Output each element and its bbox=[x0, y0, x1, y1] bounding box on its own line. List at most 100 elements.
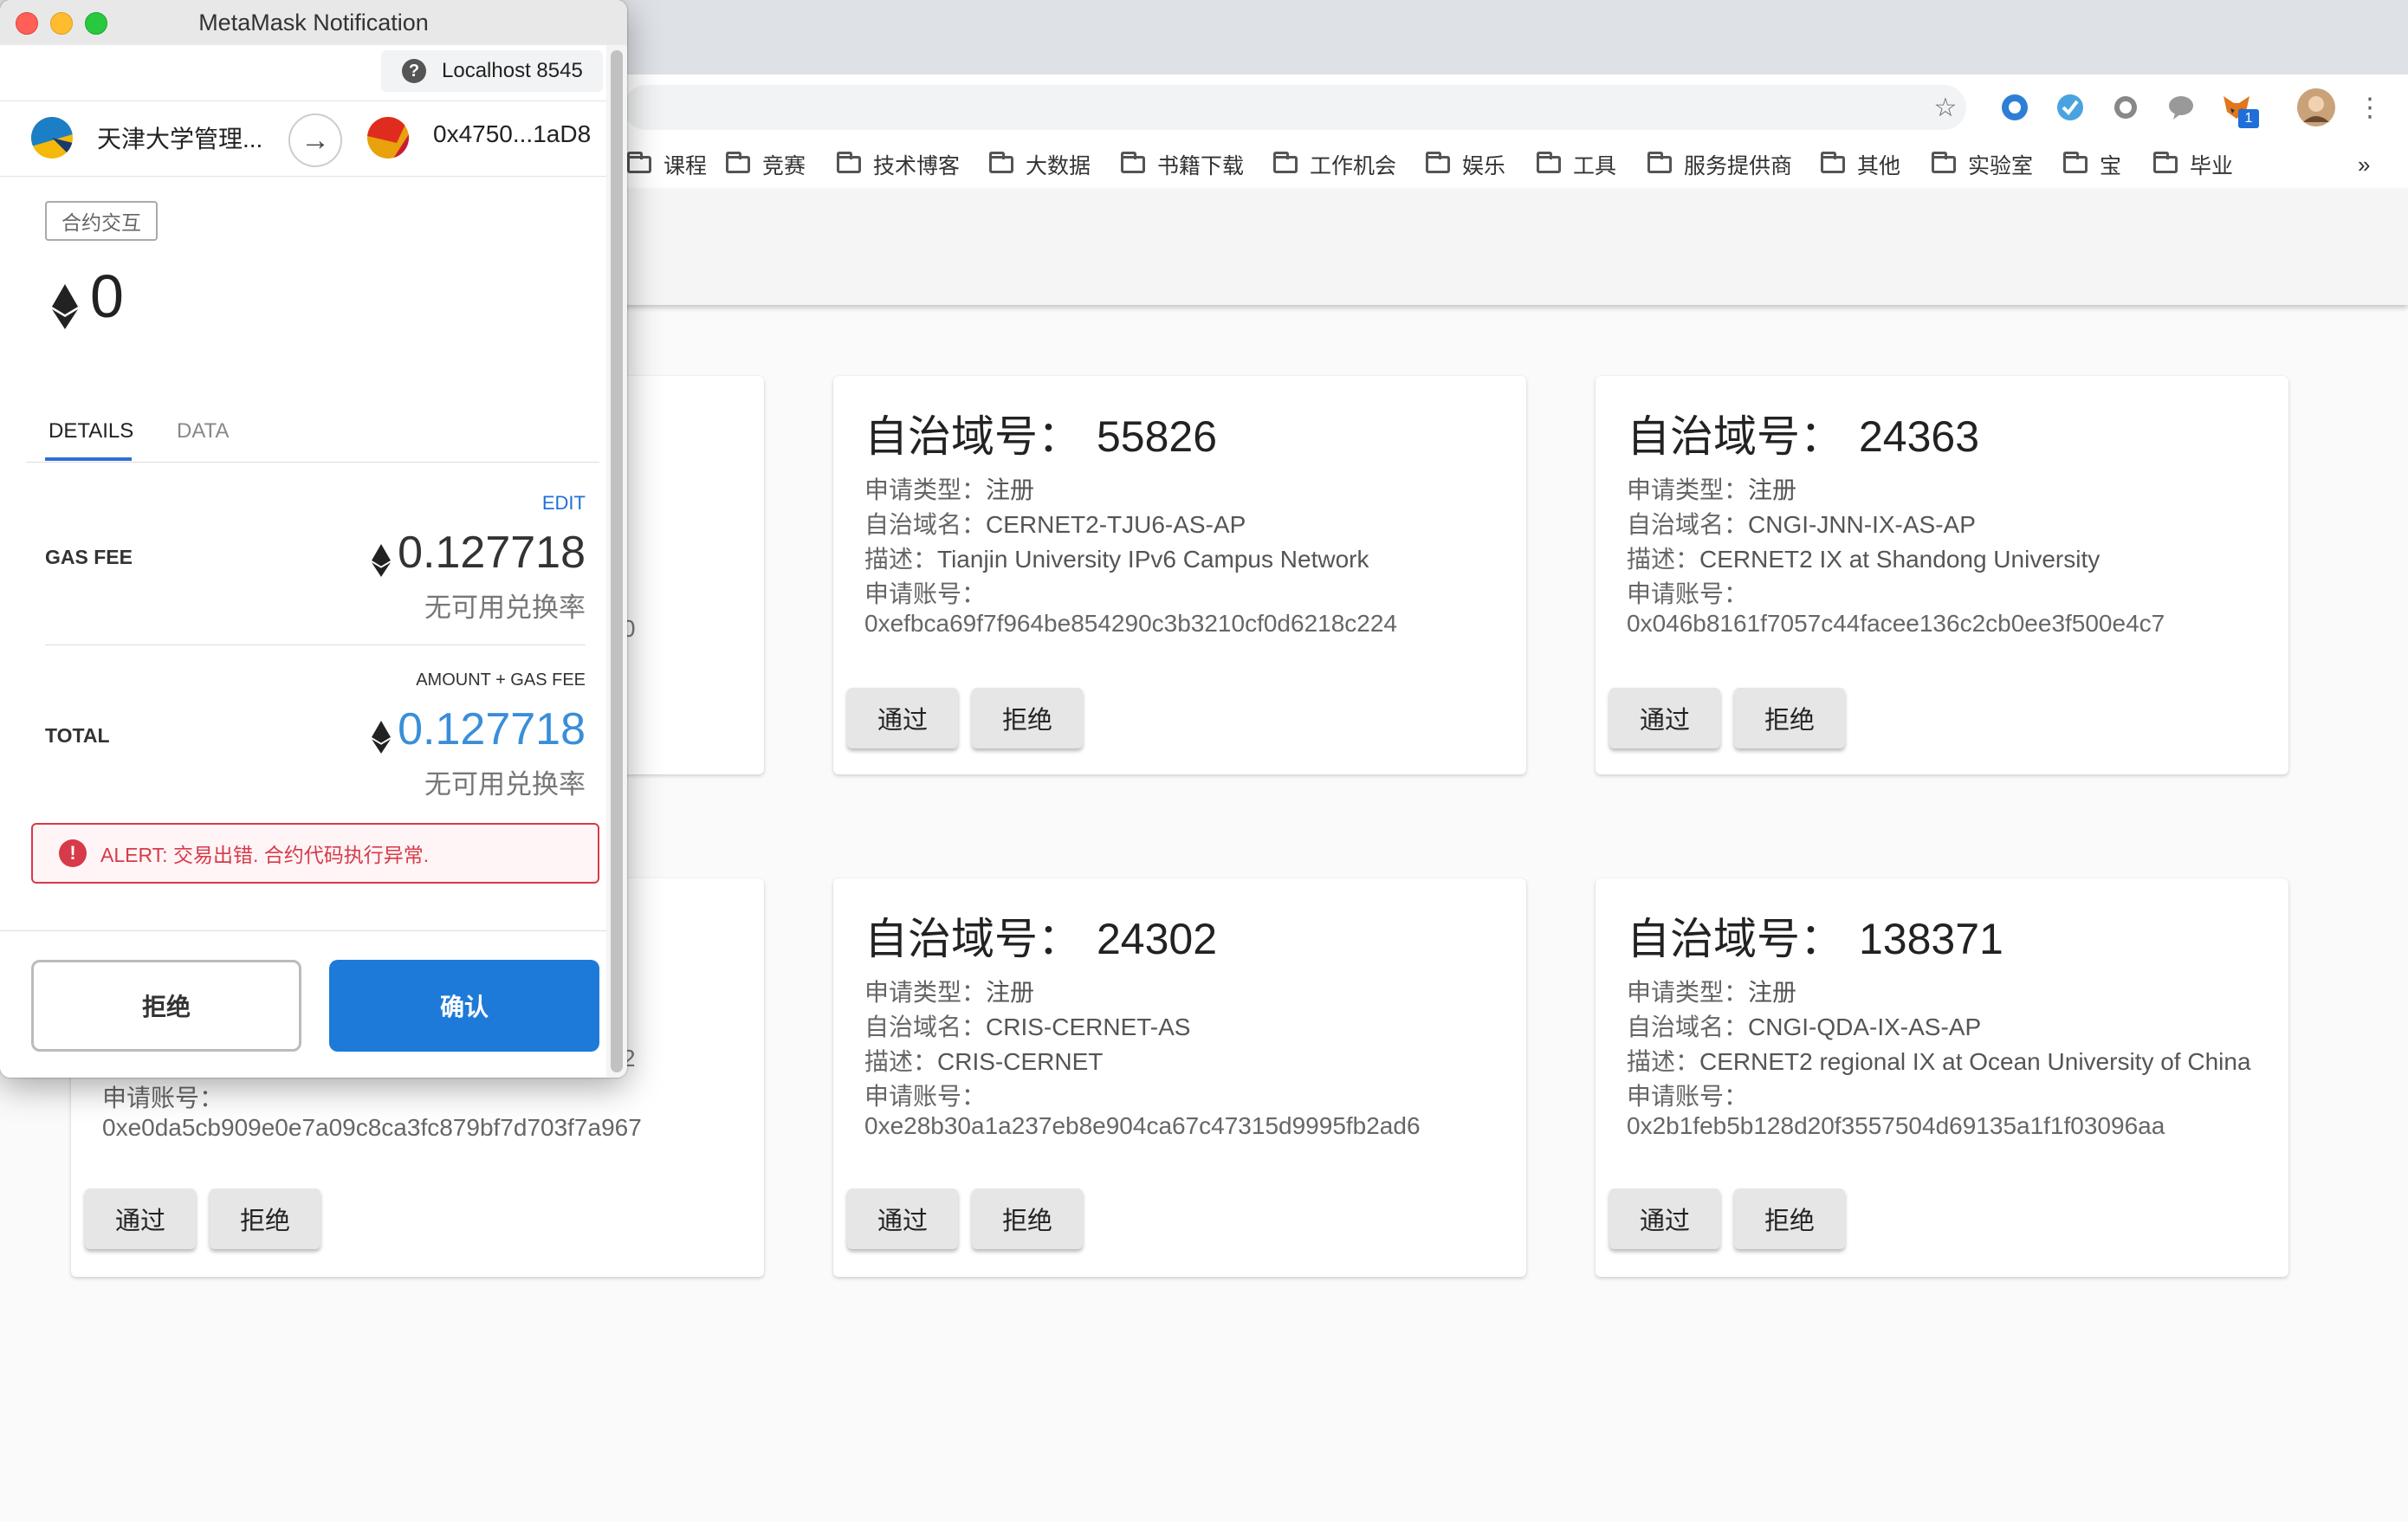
bookmark-folder[interactable]: 书籍下载 bbox=[1121, 147, 1244, 182]
bookmark-folder[interactable]: 工作机会 bbox=[1273, 147, 1396, 182]
bookmark-folder[interactable]: 服务提供商 bbox=[1647, 147, 1792, 182]
request-card: 自治域号： 138371 申请类型：注册 自治域名：CNGI-QDA-IX-AS-… bbox=[1596, 878, 2288, 1277]
total-label: TOTAL bbox=[45, 724, 110, 747]
ethereum-icon bbox=[52, 274, 78, 329]
account-transfer-row: 天津大学管理... → 0x4750...1aD8 bbox=[0, 100, 606, 177]
amount-gas-fee-caption: AMOUNT + GAS FEE bbox=[416, 670, 586, 690]
bookmark-folder[interactable]: 宝 bbox=[2063, 147, 2121, 182]
gas-fee-value: 0.127718 bbox=[372, 527, 586, 579]
request-card: 自治域号： 24363 申请类型：注册 自治域名：CNGI-JNN-IX-AS-A… bbox=[1596, 376, 2288, 774]
approve-button[interactable]: 通过 bbox=[85, 1188, 196, 1249]
extension-check-icon[interactable] bbox=[2053, 90, 2088, 125]
as-number-title: 自治域号： 24363 bbox=[1627, 412, 1980, 461]
ethereum-icon bbox=[372, 713, 392, 754]
folder-icon bbox=[1537, 152, 1561, 173]
request-type: 申请类型：注册 bbox=[864, 979, 1035, 1006]
request-card: 自治域号： 24302 申请类型：注册 自治域名：CRIS-CERNET-AS 描… bbox=[833, 878, 1526, 1277]
from-account-name: 天津大学管理... bbox=[97, 126, 263, 152]
as-name: 自治域名：CNGI-QDA-IX-AS-AP bbox=[1627, 1014, 1982, 1040]
extension-badge: 1 bbox=[2238, 109, 2259, 128]
total-value: 0.127718 bbox=[372, 703, 586, 755]
more-bookmarks-button[interactable]: » bbox=[2358, 147, 2370, 182]
as-number-title: 自治域号： 55826 bbox=[864, 412, 1218, 461]
folder-icon bbox=[1821, 152, 1845, 173]
tab-details[interactable]: DETAILS bbox=[49, 419, 133, 444]
bookmark-folder[interactable]: 毕业 bbox=[2153, 147, 2233, 182]
account-address: 0x046b8161f7057c44facee136c2cb0ee3f500e4… bbox=[1627, 610, 2165, 637]
reject-button[interactable]: 拒绝 bbox=[1734, 1188, 1845, 1249]
reject-button[interactable]: 拒绝 bbox=[210, 1188, 320, 1249]
as-name: 自治域名：CNGI-JNN-IX-AS-AP bbox=[1627, 511, 1976, 538]
bookmark-folder[interactable]: 大数据 bbox=[989, 147, 1091, 182]
account-label: 申请账号： bbox=[864, 1083, 987, 1110]
account-address: 0xe0da5cb909e0e7a09c8ca3fc879bf7d703f7a9… bbox=[102, 1114, 642, 1141]
bookmark-folder[interactable]: 课程 bbox=[627, 147, 707, 182]
request-type: 申请类型：注册 bbox=[1627, 979, 1797, 1006]
gas-fee-label: GAS FEE bbox=[45, 546, 133, 568]
as-description: 描述：CERNET2 regional IX at Ocean Universi… bbox=[1627, 1048, 2251, 1075]
tab-data[interactable]: DATA bbox=[177, 419, 229, 444]
account-label: 申请账号： bbox=[1627, 1083, 1749, 1110]
browser-menu-icon[interactable]: ⋮ bbox=[2353, 90, 2387, 125]
extension-blue-o-icon[interactable] bbox=[1997, 90, 2032, 125]
request-type: 申请类型：注册 bbox=[864, 476, 1035, 503]
as-number-title: 自治域号： 138371 bbox=[1627, 915, 2003, 963]
folder-icon bbox=[726, 152, 750, 173]
total-fiat: 无可用兑换率 bbox=[424, 769, 586, 800]
account-address: 0xefbca69f7f964be854290c3b3210cf0d6218c2… bbox=[864, 610, 1398, 637]
request-card: 自治域号： 55826 申请类型：注册 自治域名：CERNET2-TJU6-AS-… bbox=[833, 376, 1526, 774]
as-name: 自治域名：CERNET2-TJU6-AS-AP bbox=[864, 511, 1246, 538]
bookmark-star-icon[interactable]: ☆ bbox=[1928, 90, 1963, 125]
approve-button[interactable]: 通过 bbox=[1609, 1188, 1720, 1249]
bookmark-folder[interactable]: 其他 bbox=[1821, 147, 1900, 182]
reject-transaction-button[interactable]: 拒绝 bbox=[31, 960, 301, 1052]
approve-button[interactable]: 通过 bbox=[847, 1188, 958, 1249]
approve-button[interactable]: 通过 bbox=[847, 688, 958, 748]
reject-button[interactable]: 拒绝 bbox=[972, 688, 1083, 748]
folder-icon bbox=[1121, 152, 1145, 173]
metamask-confirm-panel: ? Localhost 8545 天津大学管理... → 0x4750...1a… bbox=[0, 45, 606, 1078]
help-icon: ? bbox=[402, 59, 426, 83]
folder-icon bbox=[837, 152, 861, 173]
account-label: 申请账号： bbox=[864, 580, 987, 607]
bookmark-folder[interactable]: 竞赛 bbox=[726, 147, 806, 182]
active-tab-indicator bbox=[45, 457, 132, 461]
bookmark-folder[interactable]: 技术博客 bbox=[837, 147, 960, 182]
profile-avatar[interactable] bbox=[2295, 87, 2337, 128]
bookmark-folder[interactable]: 娱乐 bbox=[1426, 147, 1505, 182]
folder-icon bbox=[1273, 152, 1298, 173]
transaction-error-alert: ! ALERT: 交易出错. 合约代码执行异常. bbox=[31, 823, 599, 884]
to-account-avatar bbox=[367, 117, 409, 159]
edit-gas-link[interactable]: EDIT bbox=[542, 492, 586, 515]
scrollbar[interactable] bbox=[606, 45, 627, 1078]
ethereum-icon bbox=[372, 536, 392, 577]
folder-icon bbox=[2063, 152, 2088, 173]
reject-button[interactable]: 拒绝 bbox=[1734, 688, 1845, 748]
contract-interaction-tag: 合约交互 bbox=[45, 201, 158, 241]
as-number-title: 自治域号： 24302 bbox=[864, 915, 1218, 963]
footer-divider bbox=[0, 930, 606, 931]
window-titlebar: MetaMask Notification bbox=[0, 0, 627, 46]
as-description: 描述：Tianjin University IPv6 Campus Networ… bbox=[864, 546, 1369, 573]
gas-fee-fiat: 无可用兑换率 bbox=[424, 593, 586, 623]
folder-icon bbox=[1426, 152, 1450, 173]
account-address: 0xe28b30a1a237eb8e904ca67c47315d9995fb2a… bbox=[864, 1112, 1421, 1139]
account-label: 申请账号： bbox=[1627, 580, 1749, 607]
reject-button[interactable]: 拒绝 bbox=[972, 1188, 1083, 1249]
network-indicator[interactable]: ? Localhost 8545 bbox=[381, 50, 603, 92]
approve-button[interactable]: 通过 bbox=[1609, 688, 1720, 748]
tabs-divider bbox=[26, 462, 599, 463]
folder-icon bbox=[1932, 152, 1956, 173]
bookmark-folder[interactable]: 实验室 bbox=[1932, 147, 2033, 182]
scrollbar-thumb[interactable] bbox=[611, 50, 623, 1072]
extension-chat-icon[interactable] bbox=[2164, 90, 2198, 125]
folder-icon bbox=[627, 152, 651, 173]
arrow-right-icon: → bbox=[288, 113, 342, 167]
account-label: 申请账号： bbox=[102, 1085, 224, 1111]
address-bar[interactable] bbox=[624, 85, 1966, 130]
metamask-notification-window: MetaMask Notification ? Localhost 8545 天… bbox=[0, 0, 627, 1078]
folder-icon bbox=[2153, 152, 2178, 173]
confirm-transaction-button[interactable]: 确认 bbox=[329, 960, 599, 1052]
bookmark-folder[interactable]: 工具 bbox=[1537, 147, 1616, 182]
extension-circle-icon[interactable] bbox=[2108, 90, 2143, 125]
